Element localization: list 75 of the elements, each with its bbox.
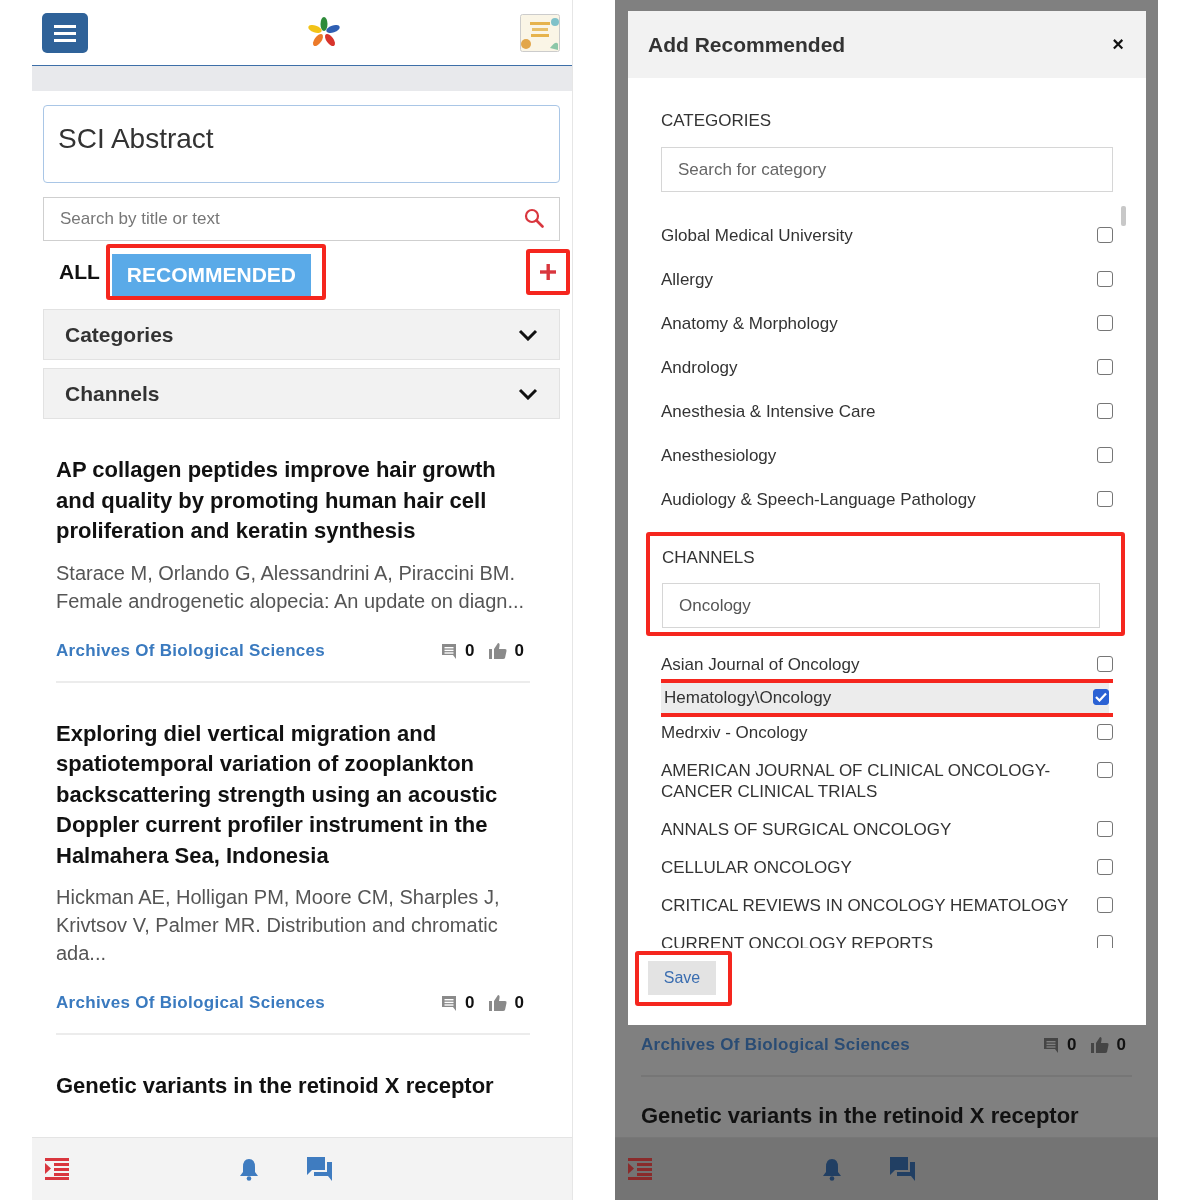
checkbox[interactable]: [1097, 859, 1113, 875]
selected-row[interactable]: Hematology\Oncology: [661, 683, 1109, 713]
channel-option[interactable]: CELLULAR ONCOLOGY: [661, 857, 852, 878]
channel-option[interactable]: AMERICAN JOURNAL OF CLINICAL ONCOLOGY-CANCER CLINICAL TRIALS: [661, 760, 1086, 802]
article-title[interactable]: Exploring diel vertical migration and spatiotemporal variation of zooplankton backscattering strength using an acoustic Doppler current profiler instrument in the Halmahera Sea, Indonesia: [56, 718, 530, 871]
thumbs-up-icon[interactable]: [488, 995, 507, 1011]
category-option[interactable]: Anatomy & Morphology: [661, 313, 838, 334]
chevron-down-icon: [518, 387, 538, 400]
list-indent-icon[interactable]: [45, 1158, 69, 1180]
checkbox[interactable]: [1097, 227, 1113, 243]
article-title[interactable]: Genetic variants in the retinoid X receptor: [56, 1071, 530, 1102]
category-option[interactable]: Andrology: [661, 357, 738, 378]
like-count: 0: [514, 640, 524, 661]
channel-search-field[interactable]: Oncology: [662, 583, 1100, 628]
comment-icon[interactable]: [441, 995, 458, 1011]
article-title[interactable]: AP collagen peptides improve hair growth and quality by promoting human hair cell proliferation and keratin synthesis: [56, 455, 530, 547]
checkbox[interactable]: [1097, 897, 1113, 913]
comment-count: 0: [465, 993, 475, 1013]
channel-option[interactable]: Medrxiv - Oncology: [661, 722, 808, 743]
article-snippet: Starace M, Orlando G, Alessandrini A, Piraccini BM. Female androgenetic alopecia: An update on diagn...: [56, 560, 526, 614]
comment-count: 0: [465, 640, 475, 661]
search-icon[interactable]: [524, 208, 544, 228]
like-count: 0: [514, 993, 524, 1013]
category-search-field[interactable]: Search for category: [661, 147, 1113, 192]
scrollbar-thumb[interactable]: [1121, 206, 1126, 226]
article-title: Genetic variants in the retinoid X receptor: [641, 1102, 1080, 1130]
checkbox[interactable]: [1097, 315, 1113, 331]
channel-option[interactable]: Hematology\Oncology: [664, 687, 832, 708]
checkbox[interactable]: [1097, 935, 1113, 948]
comment-icon[interactable]: [441, 642, 458, 659]
checkbox[interactable]: [1097, 656, 1113, 672]
checkbox[interactable]: [1097, 403, 1113, 419]
list-indent-icon: [628, 1158, 652, 1180]
comment-count: 0: [1067, 1035, 1077, 1055]
accordion-header[interactable]: Categories: [43, 309, 560, 360]
checkbox[interactable]: [1097, 724, 1113, 740]
dialog-title: Add Recommended: [648, 32, 846, 57]
category-option[interactable]: Anesthesiology: [661, 445, 777, 466]
checkbox[interactable]: [1097, 359, 1113, 375]
checkbox[interactable]: [1097, 491, 1113, 507]
channel-option[interactable]: ANNALS OF SURGICAL ONCOLOGY: [661, 819, 952, 840]
channel-option[interactable]: CRITICAL REVIEWS IN ONCOLOGY HEMATOLOGY: [661, 895, 1069, 916]
chat-icon[interactable]: [307, 1157, 332, 1181]
category-option[interactable]: Global Medical University: [661, 225, 853, 246]
close-button[interactable]: ×: [1110, 33, 1126, 56]
menu-button[interactable]: [42, 12, 88, 53]
menu-icon: [53, 22, 77, 43]
section-label: CHANNELS: [662, 548, 756, 568]
category-option[interactable]: Audiology & Speech-Language Pathology: [661, 489, 976, 510]
source-link[interactable]: Archives Of Biological Sciences: [56, 993, 326, 1013]
bell-icon: [822, 1157, 842, 1181]
save-button[interactable]: Save: [648, 961, 716, 995]
source-link[interactable]: Archives Of Biological Sciences: [56, 640, 326, 661]
checkbox[interactable]: [1097, 271, 1113, 287]
category-option[interactable]: Anesthesia & Intensive Care: [661, 401, 876, 422]
thumbs-up-icon[interactable]: [488, 642, 507, 659]
checkbox[interactable]: [1097, 762, 1113, 778]
chevron-down-icon: [518, 328, 538, 341]
checkbox[interactable]: [1093, 689, 1109, 705]
title-field[interactable]: SCI Abstract: [43, 105, 560, 183]
article-snippet: Hickman AE, Holligan PM, Moore CM, Sharples J, Krivtsov V, Palmer MR. Distribution and chromatic ada...: [56, 885, 501, 966]
plus-icon[interactable]: [540, 264, 556, 280]
search-field[interactable]: Search by title or text: [43, 197, 560, 241]
accordion-header[interactable]: Channels: [43, 368, 560, 419]
category-option[interactable]: Allergy: [661, 269, 713, 290]
checkbox[interactable]: [1097, 821, 1113, 837]
bell-icon[interactable]: [239, 1157, 259, 1181]
thumbs-up-icon: [1090, 1037, 1109, 1053]
section-label: CATEGORIES: [661, 111, 773, 131]
chat-icon: [890, 1157, 915, 1181]
tab[interactable]: ALL: [55, 252, 104, 292]
channel-option[interactable]: Asian Journal of Oncology: [661, 654, 860, 675]
checkbox[interactable]: [1097, 447, 1113, 463]
like-count: 0: [1116, 1035, 1126, 1055]
comment-icon: [1043, 1037, 1060, 1053]
